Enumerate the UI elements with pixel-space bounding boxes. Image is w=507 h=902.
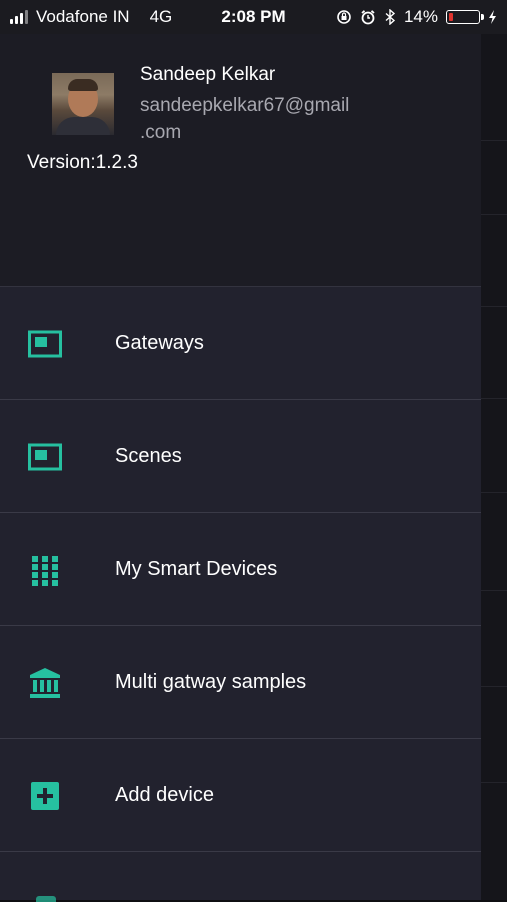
- menu-item-gateways[interactable]: Gateways: [0, 287, 481, 400]
- profile-email-line1: sandeepkelkar67@gmail: [140, 95, 350, 116]
- menu-item-label: My Smart Devices: [115, 558, 278, 580]
- status-right: 14%: [336, 7, 497, 27]
- drawer-menu: Gateways Scenes My Smart Devices Multi g…: [0, 287, 481, 852]
- background-divider: [481, 140, 507, 141]
- menu-item-multi-gateway-samples[interactable]: Multi gatway samples: [0, 626, 481, 739]
- background-divider: [481, 686, 507, 687]
- menu-item-scenes[interactable]: Scenes: [0, 400, 481, 513]
- background-divider: [481, 492, 507, 493]
- background-divider: [481, 306, 507, 307]
- background-divider: [481, 782, 507, 783]
- battery-nub: [481, 14, 484, 20]
- menu-item-my-smart-devices[interactable]: My Smart Devices: [0, 513, 481, 626]
- background-divider: [481, 590, 507, 591]
- gateway-icon: [28, 330, 62, 358]
- bluetooth-icon: [385, 9, 396, 25]
- profile-name: Sandeep Kelkar: [140, 64, 276, 85]
- menu-item-label: Multi gatway samples: [115, 671, 307, 693]
- bank-icon: [30, 668, 60, 698]
- scene-icon: [28, 443, 62, 471]
- alarm-icon: [361, 10, 375, 25]
- menu-item-label: Gateways: [115, 332, 204, 354]
- charging-icon: [489, 10, 496, 24]
- app-version: Version:1.2.3: [27, 152, 138, 173]
- navigation-drawer: Sandeep Kelkar sandeepkelkar67@gmail .co…: [0, 34, 481, 902]
- status-bar: Vodafone IN 4G 2:08 PM 14%: [0, 0, 507, 34]
- profile-email: sandeepkelkar67@gmail .com: [140, 92, 440, 146]
- drawer-header: Sandeep Kelkar sandeepkelkar67@gmail .co…: [0, 34, 481, 287]
- battery-percent: 14%: [403, 7, 438, 26]
- menu-item-add-device[interactable]: Add device: [0, 739, 481, 852]
- add-box-icon: [31, 782, 59, 810]
- next-menu-icon-partial: [36, 896, 56, 902]
- avatar-body: [56, 117, 110, 135]
- avatar-hair: [68, 79, 98, 91]
- battery-icon: [446, 10, 484, 24]
- menu-item-label: Add device: [115, 784, 214, 806]
- profile-email-line2: .com: [140, 122, 182, 143]
- battery-level-fill: [449, 13, 453, 21]
- menu-item-label: Scenes: [115, 445, 182, 467]
- avatar[interactable]: [52, 73, 114, 135]
- background-divider: [481, 398, 507, 399]
- background-screen[interactable]: [481, 0, 507, 900]
- screen-lock-icon: [337, 10, 351, 24]
- background-divider: [481, 214, 507, 215]
- grid-icon: [32, 556, 58, 586]
